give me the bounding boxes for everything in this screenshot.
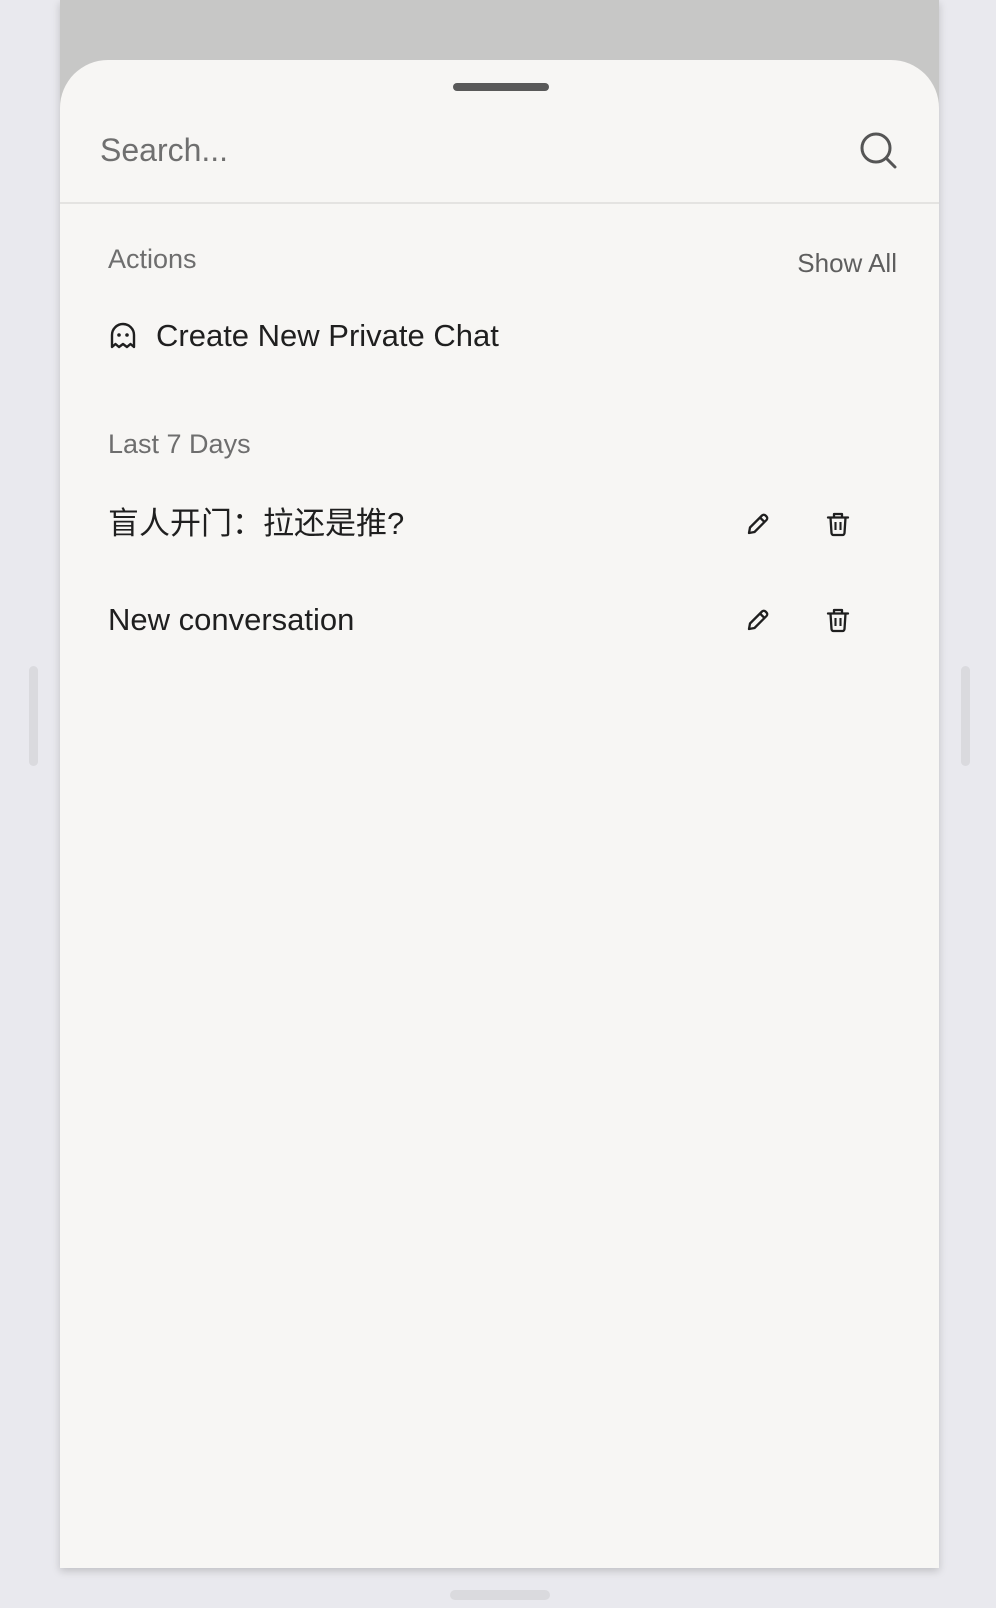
create-private-chat-label: Create New Private Chat	[156, 318, 499, 353]
show-all-button[interactable]: Show All	[787, 248, 897, 279]
search-icon[interactable]	[858, 130, 898, 170]
right-edge-handle[interactable]	[961, 666, 970, 766]
search-input[interactable]	[100, 120, 800, 180]
rename-button[interactable]	[740, 602, 776, 638]
app-window: Actions Show All Create New Private Chat…	[60, 0, 939, 1568]
home-indicator	[450, 1590, 550, 1600]
last-7-days-label: Last 7 Days	[108, 429, 251, 459]
sheet-grabber[interactable]	[453, 83, 549, 91]
conversation-item[interactable]: 盲人开门：拉还是推?	[60, 484, 939, 564]
delete-button[interactable]	[820, 602, 856, 638]
search-bar	[60, 100, 939, 204]
ghost-icon	[110, 322, 136, 349]
pencil-icon	[747, 609, 769, 631]
create-private-chat-button[interactable]: Create New Private Chat	[100, 306, 900, 366]
trash-icon	[826, 608, 850, 633]
delete-button[interactable]	[820, 506, 856, 542]
search-sheet: Actions Show All Create New Private Chat…	[60, 60, 939, 1568]
left-edge-handle[interactable]	[29, 666, 38, 766]
rename-button[interactable]	[740, 506, 776, 542]
actions-section-label: Actions	[108, 244, 197, 274]
pencil-icon	[747, 513, 769, 535]
conversation-title: 盲人开门：拉还是推?	[108, 506, 405, 541]
conversation-item[interactable]: New conversation	[60, 580, 939, 660]
trash-icon	[826, 512, 850, 537]
conversation-title: New conversation	[108, 602, 355, 637]
